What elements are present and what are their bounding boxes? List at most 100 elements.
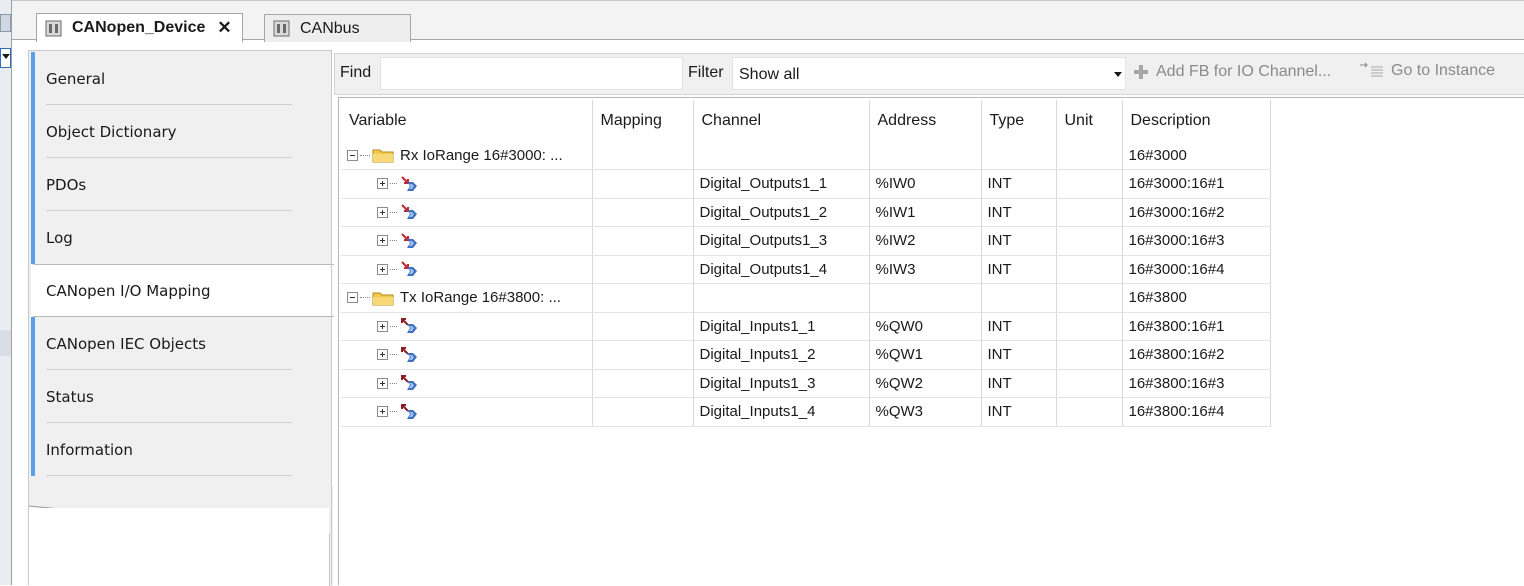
column-header-unit[interactable]: Unit <box>1056 100 1123 141</box>
cell-type: INT <box>981 226 1057 256</box>
io-mapping-panel: Find Filter Show all Add FB for IO Chann… <box>331 50 1524 585</box>
table-group-row[interactable]: Tx IoRange 16#3800: ... 16#3800 <box>341 283 1271 313</box>
column-header-description[interactable]: Description <box>1122 100 1271 141</box>
cell-mapping[interactable] <box>592 397 694 427</box>
nav-item-object-dictionary[interactable]: Object Dictionary <box>31 105 332 158</box>
cell-address: %QW1 <box>869 340 982 370</box>
input-channel-icon <box>401 375 417 391</box>
nav-item-canopen-iec-objects[interactable]: CANopen IEC Objects <box>31 317 332 370</box>
cell-description: 16#3000:16#4 <box>1122 255 1271 284</box>
cell-type: INT <box>981 340 1057 370</box>
collapse-icon[interactable] <box>347 292 358 304</box>
chevron-down-icon <box>2 54 10 59</box>
cell-channel: Digital_Outputs1_3 <box>693 226 870 256</box>
table-row[interactable]: Digital_Outputs1_3 %IW2 INT 16#3000:16#3 <box>341 226 1271 256</box>
table-row[interactable]: Digital_Inputs1_2 %QW1 INT 16#3800:16#2 <box>341 340 1271 370</box>
cell-mapping[interactable] <box>592 312 694 341</box>
cell-variable[interactable] <box>341 397 593 427</box>
input-channel-icon <box>401 403 417 419</box>
folder-icon <box>372 292 394 306</box>
filter-select[interactable]: Show all <box>732 57 1126 90</box>
nav-item-information[interactable]: Information <box>31 423 332 476</box>
table-row[interactable]: Digital_Inputs1_4 %QW3 INT 16#3800:16#4 <box>341 397 1271 427</box>
cell-unit <box>1056 369 1123 398</box>
group-label: Rx IoRange 16#3000: ... <box>400 146 563 164</box>
table-group-row[interactable]: Rx IoRange 16#3000: ... 16#3000 <box>341 141 1271 170</box>
cell-variable[interactable] <box>341 312 593 341</box>
cell-address: %IW2 <box>869 226 982 256</box>
cell-mapping[interactable] <box>592 283 694 313</box>
table-row[interactable]: Digital_Outputs1_2 %IW1 INT 16#3000:16#2 <box>341 198 1271 227</box>
go-to-instance-button[interactable]: Go to Instance <box>1359 61 1495 81</box>
cell-variable[interactable] <box>341 226 593 256</box>
group-label: Tx IoRange 16#3800: ... <box>400 289 561 307</box>
cell-variable[interactable] <box>341 255 593 284</box>
nav-item-general[interactable]: General <box>31 52 332 105</box>
column-header-variable[interactable]: Variable <box>341 100 593 141</box>
nav-item-pdos[interactable]: PDOs <box>31 158 332 211</box>
cell-description: 16#3800:16#2 <box>1122 340 1271 370</box>
cell-mapping[interactable] <box>592 369 694 398</box>
collapse-icon[interactable] <box>347 149 358 161</box>
column-header-channel[interactable]: Channel <box>693 100 870 141</box>
expand-icon[interactable] <box>377 320 388 332</box>
cell-mapping[interactable] <box>592 169 694 199</box>
cell-unit <box>1056 397 1123 427</box>
cell-mapping[interactable] <box>592 340 694 370</box>
table-header-row: Variable Mapping Channel Address Type Un… <box>341 100 1271 141</box>
input-channel-icon <box>401 318 417 334</box>
column-header-mapping[interactable]: Mapping <box>592 100 694 141</box>
add-fb-icon <box>1134 65 1148 79</box>
expand-icon[interactable] <box>377 178 388 190</box>
cell-variable[interactable] <box>341 169 593 199</box>
cell-variable[interactable] <box>341 198 593 227</box>
cell-unit <box>1056 255 1123 284</box>
expand-icon[interactable] <box>377 349 388 361</box>
table-row[interactable]: Digital_Inputs1_1 %QW0 INT 16#3800:16#1 <box>341 312 1271 341</box>
cell-mapping[interactable] <box>592 141 694 170</box>
folder-icon <box>372 149 394 163</box>
find-input[interactable] <box>380 57 683 90</box>
nav-item-status[interactable]: Status <box>31 370 332 423</box>
cell-description: 16#3800:16#3 <box>1122 369 1271 398</box>
nav-panel-bottom-edge <box>29 486 333 586</box>
column-header-address[interactable]: Address <box>869 100 982 141</box>
table-row[interactable]: Digital_Outputs1_4 %IW3 INT 16#3000:16#4 <box>341 255 1271 284</box>
cell-variable[interactable] <box>341 369 593 398</box>
cell-address <box>869 141 982 170</box>
output-channel-icon <box>401 204 417 220</box>
cell-unit <box>1056 226 1123 256</box>
left-edge-strip <box>0 0 12 585</box>
cell-mapping[interactable] <box>592 226 694 256</box>
table-row[interactable]: Digital_Inputs1_3 %QW2 INT 16#3800:16#3 <box>341 369 1271 398</box>
cell-channel: Digital_Outputs1_4 <box>693 255 870 284</box>
nav-item-log[interactable]: Log <box>31 211 332 264</box>
cell-mapping[interactable] <box>592 255 694 284</box>
add-fb-button[interactable]: Add FB for IO Channel... <box>1132 63 1331 81</box>
cell-unit <box>1056 340 1123 370</box>
cell-variable[interactable] <box>341 340 593 370</box>
close-icon[interactable]: ✕ <box>217 18 231 38</box>
cell-description: 16#3800:16#1 <box>1122 312 1271 341</box>
cell-description: 16#3000:16#3 <box>1122 226 1271 256</box>
expand-icon[interactable] <box>377 235 388 247</box>
expand-icon[interactable] <box>377 377 388 389</box>
tab-canopen-device[interactable]: CANopen_Device ✕ <box>36 13 243 42</box>
side-panel-button[interactable] <box>0 14 11 32</box>
side-dropdown-button[interactable] <box>0 48 11 68</box>
cell-channel: Digital_Inputs1_2 <box>693 340 870 370</box>
expand-icon[interactable] <box>377 206 388 218</box>
output-channel-icon <box>401 233 417 248</box>
find-label: Find <box>340 64 372 81</box>
expand-icon[interactable] <box>377 263 388 275</box>
cell-mapping[interactable] <box>592 198 694 227</box>
cell-unit <box>1056 141 1123 170</box>
column-header-type[interactable]: Type <box>981 100 1057 141</box>
nav-item-canopen-io-mapping[interactable]: CANopen I/O Mapping <box>31 264 334 317</box>
table-row[interactable]: Digital_Outputs1_1 %IW0 INT 16#3000:16#1 <box>341 169 1271 199</box>
output-channel-icon <box>401 176 417 191</box>
io-mapping-table: Variable Mapping Channel Address Type Un… <box>341 100 1271 427</box>
expand-icon[interactable] <box>377 406 388 418</box>
device-icon <box>273 20 290 37</box>
tab-canbus[interactable]: CANbus <box>264 14 411 42</box>
